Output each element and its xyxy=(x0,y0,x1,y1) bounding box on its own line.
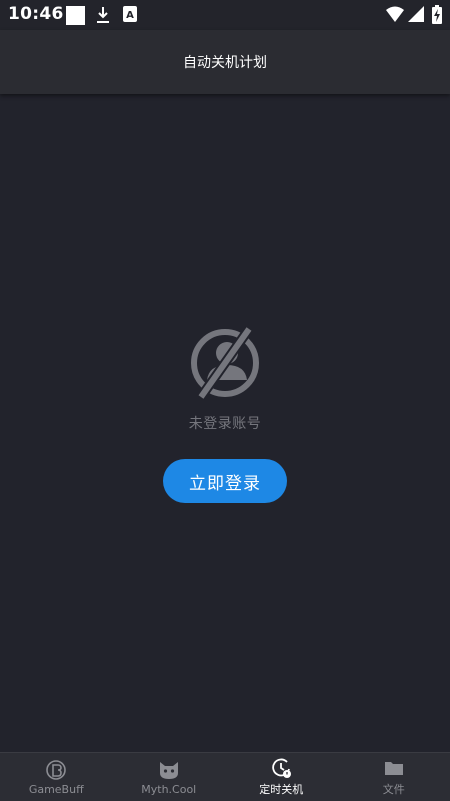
folder-icon xyxy=(383,757,405,779)
timer-icon xyxy=(270,757,292,779)
svg-text:A: A xyxy=(126,10,134,21)
status-time: 10:46 xyxy=(8,4,64,24)
tab-label: 文件 xyxy=(383,781,405,797)
tab-label: Myth.Cool xyxy=(141,783,196,796)
cat-face-icon xyxy=(158,759,180,781)
status-bar: 10:46 A xyxy=(0,0,450,30)
tab-gamebuff[interactable]: GameBuff xyxy=(0,753,113,801)
cell-signal-icon xyxy=(408,6,424,26)
tab-myth-cool[interactable]: Myth.Cool xyxy=(113,753,226,801)
login-button[interactable]: 立即登录 xyxy=(163,459,287,503)
bottom-tab-bar: GameBuff Myth.Cool 定时关机 文件 xyxy=(0,752,450,801)
tab-label: 定时关机 xyxy=(259,781,303,797)
download-icon xyxy=(96,6,110,28)
gamebuff-logo-icon xyxy=(45,759,67,781)
notification-square-icon xyxy=(66,6,85,29)
wifi-icon xyxy=(386,6,404,26)
page-title: 自动关机计划 xyxy=(183,52,267,72)
tab-scheduled-shutdown[interactable]: 定时关机 xyxy=(225,753,338,801)
tab-files[interactable]: 文件 xyxy=(338,753,450,801)
app-notification-icon: A xyxy=(123,6,137,26)
not-logged-in-message: 未登录账号 xyxy=(189,413,262,433)
not-logged-in-panel: 未登录账号 立即登录 xyxy=(0,325,450,503)
tab-label: GameBuff xyxy=(29,783,84,796)
no-account-icon xyxy=(187,325,263,401)
app-bar: 自动关机计划 xyxy=(0,30,450,94)
battery-charging-icon xyxy=(432,5,442,28)
